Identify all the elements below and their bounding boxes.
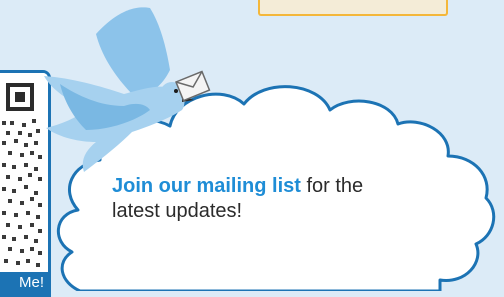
signup-headline: Join our mailing list for the latest upd… <box>112 174 412 224</box>
illustration <box>44 7 496 291</box>
headline-line2: latest updates! <box>112 200 243 222</box>
headline-rest: for the <box>300 175 364 197</box>
headline-strong[interactable]: Join our mailing list <box>112 175 301 197</box>
mailing-list-banner: Me! Join our mailing list for the latest… <box>0 0 504 297</box>
